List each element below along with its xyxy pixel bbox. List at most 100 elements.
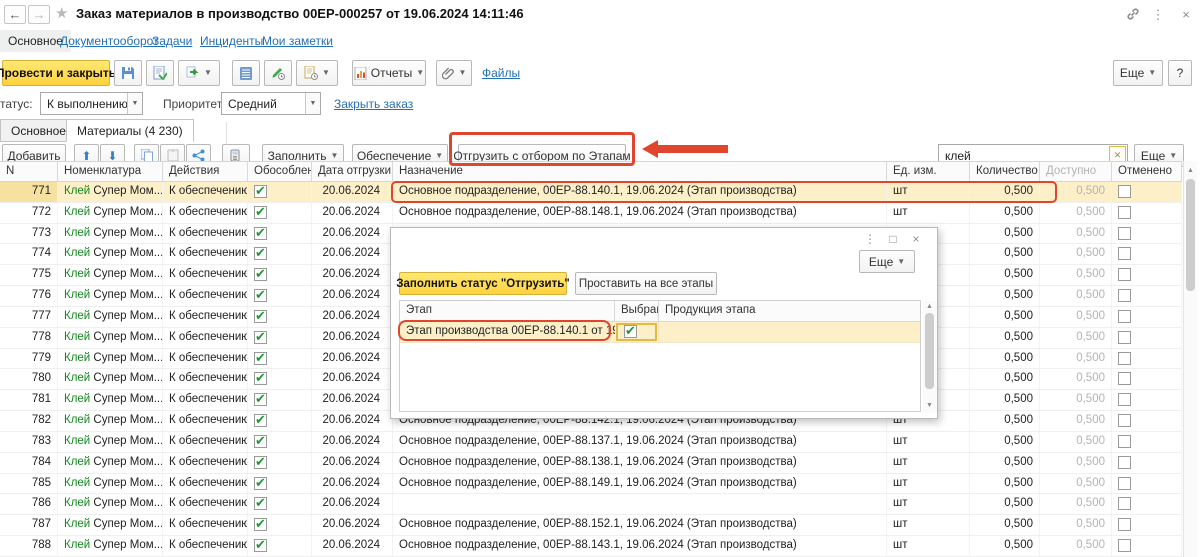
quantity-cell[interactable]: 0,500 xyxy=(970,307,1040,327)
unit-cell[interactable]: шт xyxy=(887,536,970,556)
nomenclature-cell[interactable]: Клей Супер Мом... xyxy=(58,515,163,535)
quantity-cell[interactable]: 0,500 xyxy=(970,390,1040,410)
nomenclature-cell[interactable]: Клей Супер Мом... xyxy=(58,244,163,264)
nomenclature-cell[interactable]: Клей Супер Мом... xyxy=(58,224,163,244)
nomenclature-cell[interactable]: Клей Супер Мом... xyxy=(58,536,163,556)
action-cell[interactable]: К обеспечению xyxy=(163,307,248,327)
ship-date-cell[interactable]: 20.06.2024 xyxy=(312,265,393,285)
separate-cell[interactable] xyxy=(248,411,312,431)
separate-checkbox[interactable] xyxy=(254,331,267,344)
separate-cell[interactable] xyxy=(248,494,312,514)
separate-cell[interactable] xyxy=(248,536,312,556)
stage-product-cell[interactable] xyxy=(659,322,920,342)
nomenclature-cell[interactable]: Клей Супер Мом... xyxy=(58,203,163,223)
cancelled-checkbox[interactable] xyxy=(1118,518,1131,531)
action-cell[interactable]: К обеспечению xyxy=(163,286,248,306)
separate-checkbox[interactable] xyxy=(254,289,267,302)
cancelled-cell[interactable] xyxy=(1112,328,1182,348)
separate-checkbox[interactable] xyxy=(254,518,267,531)
nomenclature-cell[interactable]: Клей Супер Мом... xyxy=(58,411,163,431)
cancelled-cell[interactable] xyxy=(1112,494,1182,514)
nomenclature-cell[interactable]: Клей Супер Мом... xyxy=(58,494,163,514)
designation-cell[interactable]: Основное подразделение, 00ЕР-88.148.1, 1… xyxy=(393,203,887,223)
cancelled-cell[interactable] xyxy=(1112,432,1182,452)
ship-date-cell[interactable]: 20.06.2024 xyxy=(312,536,393,556)
dialog-kebab-icon[interactable]: ⋮ xyxy=(862,232,878,246)
ship-date-cell[interactable]: 20.06.2024 xyxy=(312,328,393,348)
nav-tasks[interactable]: Задачи xyxy=(152,34,192,48)
separate-checkbox[interactable] xyxy=(254,185,267,198)
separate-cell[interactable] xyxy=(248,203,312,223)
action-cell[interactable]: К обеспечению xyxy=(163,494,248,514)
nomenclature-cell[interactable]: Клей Супер Мом... xyxy=(58,390,163,410)
column-header[interactable]: Доступно xyxy=(1040,162,1112,181)
row-number-cell[interactable]: 781 xyxy=(0,390,58,410)
separate-cell[interactable] xyxy=(248,307,312,327)
cancelled-checkbox[interactable] xyxy=(1118,185,1131,198)
action-cell[interactable]: К обеспечению xyxy=(163,369,248,389)
cancelled-cell[interactable] xyxy=(1112,286,1182,306)
cancelled-checkbox[interactable] xyxy=(1118,268,1131,281)
separate-checkbox[interactable] xyxy=(254,372,267,385)
separate-checkbox[interactable] xyxy=(254,414,267,427)
separate-checkbox[interactable] xyxy=(254,393,267,406)
column-stage[interactable]: Этап xyxy=(400,301,615,321)
ship-date-cell[interactable]: 20.06.2024 xyxy=(312,474,393,494)
separate-checkbox[interactable] xyxy=(254,268,267,281)
designation-cell[interactable]: Основное подразделение, 00ЕР-88.137.1, 1… xyxy=(393,432,887,452)
action-cell[interactable]: К обеспечению xyxy=(163,349,248,369)
attachments-button[interactable]: ▼ xyxy=(436,60,472,86)
scroll-up-icon[interactable]: ▲ xyxy=(1187,167,1194,174)
action-cell[interactable]: К обеспечению xyxy=(163,265,248,285)
designation-cell[interactable]: Основное подразделение, 00ЕР-88.138.1, 1… xyxy=(393,453,887,473)
quantity-cell[interactable]: 0,500 xyxy=(970,328,1040,348)
row-number-cell[interactable]: 786 xyxy=(0,494,58,514)
link-icon[interactable] xyxy=(1126,7,1142,21)
nomenclature-cell[interactable]: Клей Супер Мом... xyxy=(58,453,163,473)
cancelled-checkbox[interactable] xyxy=(1118,247,1131,260)
ship-date-cell[interactable]: 20.06.2024 xyxy=(312,307,393,327)
ship-date-cell[interactable]: 20.06.2024 xyxy=(312,494,393,514)
row-number-cell[interactable]: 775 xyxy=(0,265,58,285)
table-row[interactable]: 786Клей Супер Мом...К обеспечению 20.06.2… xyxy=(0,494,1182,515)
action-cell[interactable]: К обеспечению xyxy=(163,244,248,264)
nomenclature-cell[interactable]: Клей Супер Мом... xyxy=(58,265,163,285)
quantity-cell[interactable]: 0,500 xyxy=(970,494,1040,514)
nomenclature-cell[interactable]: Клей Супер Мом... xyxy=(58,286,163,306)
cancelled-cell[interactable] xyxy=(1112,411,1182,431)
row-number-cell[interactable]: 782 xyxy=(0,411,58,431)
separate-checkbox[interactable] xyxy=(254,456,267,469)
cancelled-cell[interactable] xyxy=(1112,182,1182,202)
dialog-scrollbar[interactable]: ▲ ▼ xyxy=(923,301,937,413)
designation-cell[interactable]: Основное подразделение, 00ЕР-88.149.1, 1… xyxy=(393,474,887,494)
chevron-down-icon[interactable]: ▼ xyxy=(127,93,142,114)
nav-incidents[interactable]: Инциденты xyxy=(200,34,263,48)
create-based-on-button[interactable]: ▼ xyxy=(178,60,220,86)
quantity-cell[interactable]: 0,500 xyxy=(970,411,1040,431)
dialog-close-icon[interactable]: × xyxy=(908,232,924,246)
designation-cell[interactable]: Основное подразделение, 00ЕР-88.143.1, 1… xyxy=(393,536,887,556)
quantity-cell[interactable]: 0,500 xyxy=(970,244,1040,264)
column-header[interactable]: Отменено xyxy=(1112,162,1182,181)
row-number-cell[interactable]: 787 xyxy=(0,515,58,535)
cancelled-cell[interactable] xyxy=(1112,349,1182,369)
separate-checkbox[interactable] xyxy=(254,206,267,219)
nav-docflow[interactable]: Документооборот xyxy=(60,34,159,48)
quantity-cell[interactable]: 0,500 xyxy=(970,286,1040,306)
save-button[interactable] xyxy=(114,60,142,86)
table-row[interactable]: 783Клей Супер Мом...К обеспечению20.06.2… xyxy=(0,432,1182,453)
ship-date-cell[interactable]: 20.06.2024 xyxy=(312,432,393,452)
row-number-cell[interactable]: 772 xyxy=(0,203,58,223)
files-link[interactable]: Файлы xyxy=(482,66,520,80)
close-icon[interactable]: × xyxy=(1178,7,1194,22)
unit-cell[interactable]: шт xyxy=(887,453,970,473)
cancelled-checkbox[interactable] xyxy=(1118,497,1131,510)
unit-cell[interactable]: шт xyxy=(887,494,970,514)
ship-date-cell[interactable]: 20.06.2024 xyxy=(312,390,393,410)
stage-selected-checkbox[interactable] xyxy=(624,325,637,338)
nomenclature-cell[interactable]: Клей Супер Мом... xyxy=(58,349,163,369)
cancelled-checkbox[interactable] xyxy=(1118,435,1131,448)
nomenclature-cell[interactable]: Клей Супер Мом... xyxy=(58,328,163,348)
action-cell[interactable]: К обеспечению xyxy=(163,224,248,244)
table-row[interactable]: 787Клей Супер Мом...К обеспечению20.06.2… xyxy=(0,515,1182,536)
